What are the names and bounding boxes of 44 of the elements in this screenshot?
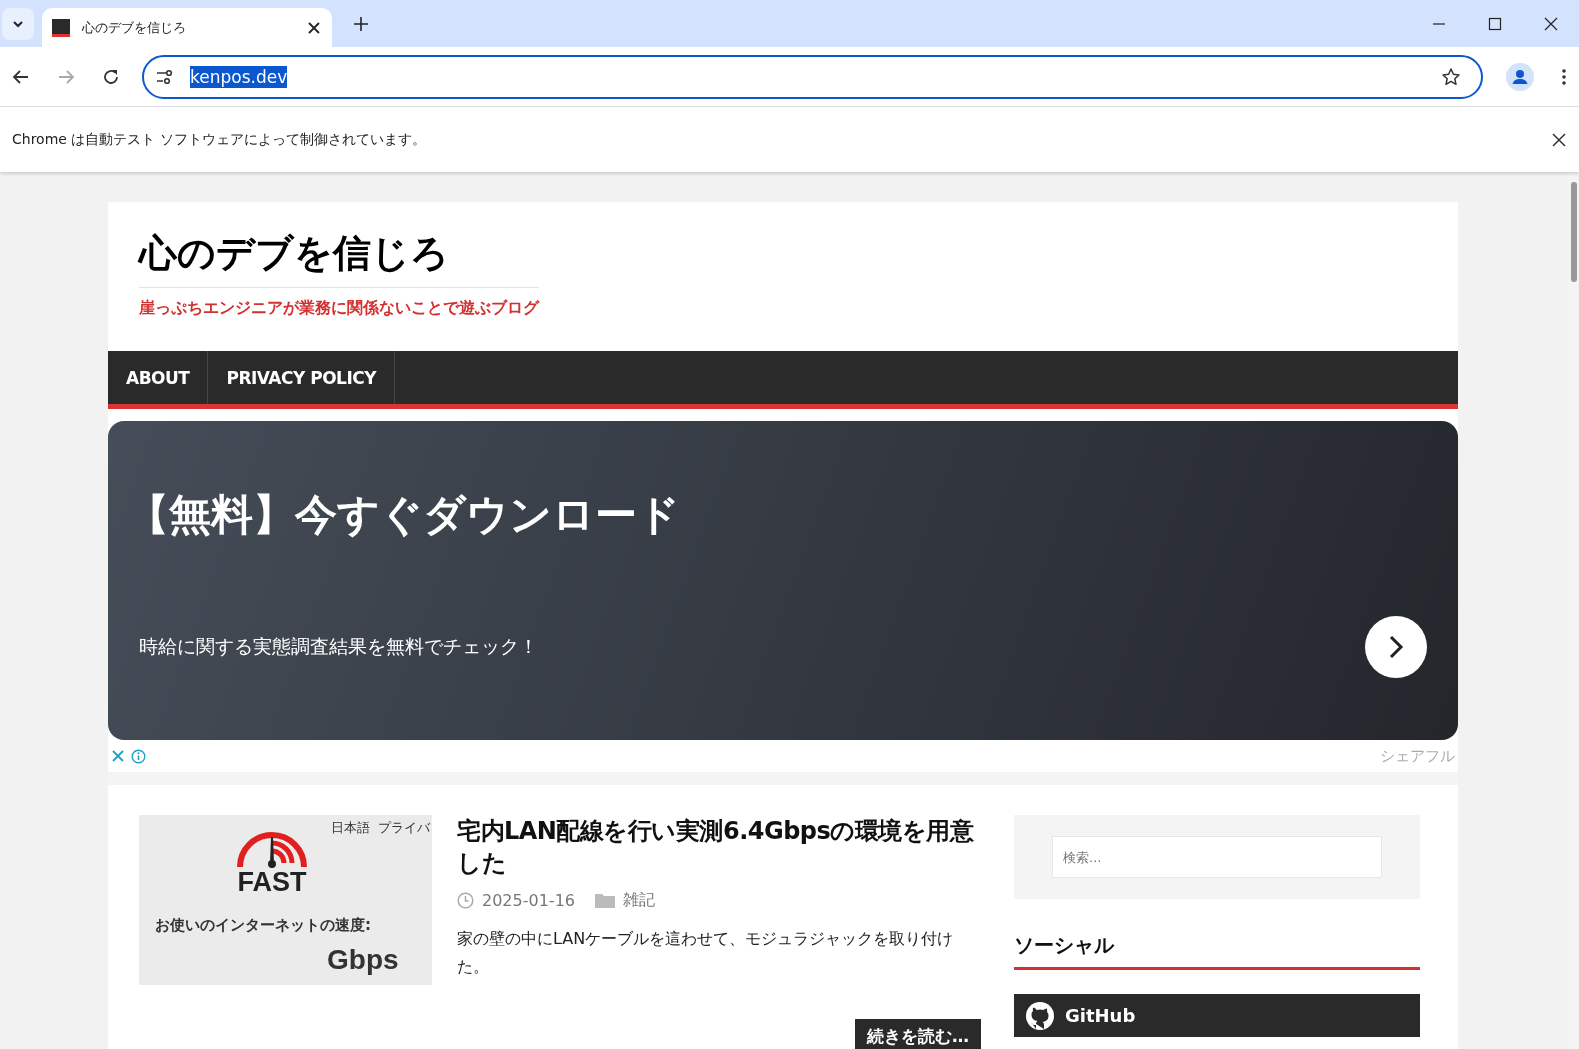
info-icon[interactable] (131, 748, 146, 764)
post-thumbnail[interactable]: 日本語 プライバ FAST お使いのインターネットの速度: Gbps (139, 815, 432, 985)
thumbnail-logo-text: FAST (237, 869, 307, 896)
thumbnail-caption: お使いのインターネットの速度: (155, 916, 372, 935)
maximize-icon[interactable] (1488, 16, 1502, 31)
read-more-button[interactable]: 続きを読む… (855, 1018, 981, 1049)
ad-banner[interactable]: 【無料】今すぐダウンロード 時給に関する実態調査結果を無料でチェック！ (108, 421, 1458, 740)
post-title[interactable]: 宅内LAN配線を行い実測6.4Gbpsの環境を用意した (457, 815, 981, 880)
tab-list-button[interactable] (2, 7, 34, 40)
menu-icon[interactable] (1561, 67, 1567, 86)
close-icon[interactable] (308, 21, 320, 34)
folder-icon (595, 892, 615, 909)
favicon-icon (52, 18, 70, 37)
profile-icon[interactable] (1506, 62, 1534, 91)
chevron-right-icon (1387, 634, 1405, 660)
nav-link[interactable]: PRIVACY POLICY (208, 351, 396, 404)
close-icon[interactable] (1552, 132, 1566, 147)
url-text: kenpos.dev (190, 65, 288, 88)
nav-link[interactable]: ABOUT (108, 351, 209, 404)
widget-heading: ソーシャル (1014, 932, 1116, 959)
site-title[interactable]: 心のデブを信じろ (139, 228, 539, 288)
social-link[interactable]: GitHub (1014, 994, 1420, 1037)
post-date: 2025-01-16 (482, 890, 575, 910)
ad-headline: 【無料】今すぐダウンロード (127, 489, 681, 541)
clock-icon (457, 891, 474, 909)
thumbnail-menu-text: プライバ (378, 819, 430, 837)
star-icon[interactable] (1441, 66, 1461, 87)
ad-text: 時給に関する実態調査結果を無料でチェック！ (139, 634, 538, 659)
thumbnail-unit: Gbps (327, 945, 400, 976)
github-icon (1025, 1000, 1055, 1031)
plus-icon[interactable] (354, 16, 368, 31)
tab-title: 心のデブを信じろ (82, 18, 187, 37)
reload-icon[interactable] (102, 67, 120, 86)
post-category[interactable]: 雑記 (623, 889, 655, 911)
post-excerpt: 家の壁の中にLANケーブルを這わせて、モジュラジャックを取り付けた。 (457, 927, 955, 978)
site-tagline: 崖っぷちエンジニアが業務に関係ないことで遊ぶブログ (139, 298, 539, 319)
automation-notice: Chrome は自動テスト ソフトウェアによって制御されています。 (12, 130, 426, 149)
search-field[interactable]: 検索... (1052, 836, 1382, 878)
thumbnail-menu-text: 日本語 (331, 819, 370, 837)
address-bar[interactable]: kenpos.dev (142, 54, 1483, 99)
site-settings-icon[interactable] (156, 68, 174, 85)
back-icon[interactable] (12, 67, 30, 86)
close-icon[interactable] (1544, 16, 1558, 31)
browser-tab[interactable]: 心のデブを信じろ (42, 8, 332, 47)
